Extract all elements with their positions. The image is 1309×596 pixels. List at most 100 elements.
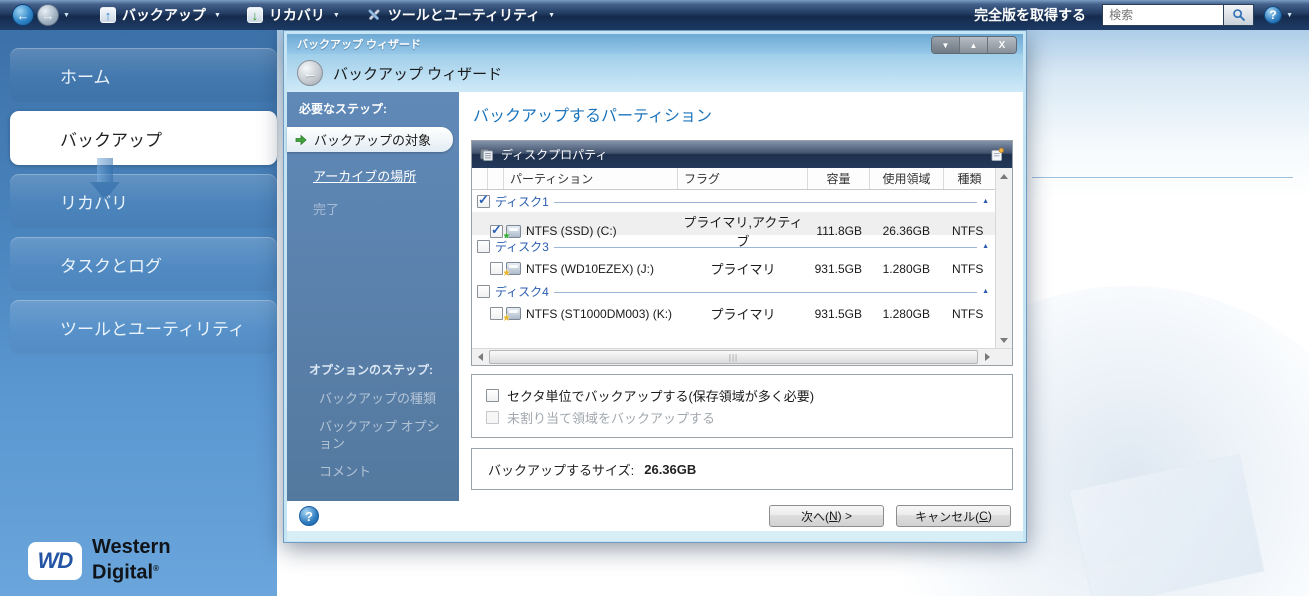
sidebar-item-tasks-and-logs[interactable]: タスクとログ: [10, 237, 277, 291]
dialog-footer: ? 次へ(N) > キャンセル(C): [287, 501, 1023, 531]
get-full-version-link[interactable]: 完全版を取得する: [974, 5, 1086, 25]
table-row-partition-j[interactable]: ★ NTFS (WD10EZEX) (J:) プライマリ 931.5GB 1.2…: [472, 257, 995, 280]
search-button[interactable]: [1224, 4, 1255, 26]
scroll-down-arrow[interactable]: [996, 332, 1012, 348]
background-divider-line: [1032, 177, 1293, 178]
help-button[interactable]: ?: [1264, 6, 1283, 24]
table-row-disk1-group[interactable]: ✓ ディスク1 ▲: [472, 190, 995, 212]
minimize-button[interactable]: ▼: [932, 37, 960, 53]
sidebar-item-label: リカバリ: [60, 193, 128, 213]
header-spacer: [488, 168, 504, 189]
backup-size-label: バックアップするサイズ:: [488, 462, 635, 478]
column-header-partition[interactable]: パーティション: [504, 168, 678, 189]
cancel-button[interactable]: キャンセル(C): [896, 505, 1011, 527]
sidebar-item-backup[interactable]: バックアップ: [10, 111, 277, 165]
menu-recovery[interactable]: ↓ リカバリ ▼: [246, 5, 340, 25]
header-spacer: [472, 168, 488, 189]
step-backup-type: バックアップの種類: [319, 391, 437, 407]
horizontal-scrollbar[interactable]: |||: [472, 348, 1012, 365]
forward-arrow-icon: →: [41, 7, 55, 23]
required-steps-header: 必要なステップ:: [299, 102, 387, 116]
column-header-flags[interactable]: フラグ: [678, 168, 808, 189]
back-arrow-icon: ←: [16, 7, 30, 23]
tools-icon: [366, 7, 382, 23]
dialog-titlebar[interactable]: バックアップ ウィザード ▼ ▲ X: [287, 34, 1023, 54]
nav-history-dropdown[interactable]: ▼: [63, 12, 70, 19]
partition-table: ディスクプロパティ パーティション フラグ 容量 使用領域 種類 ✓ ディスク1…: [471, 140, 1013, 366]
sidebar-item-recovery[interactable]: リカバリ: [10, 158, 277, 228]
dialog-titlebar-text: バックアップ ウィザード: [297, 39, 422, 51]
scroll-left-arrow[interactable]: [472, 349, 488, 365]
disk1-checkbox[interactable]: ✓: [477, 192, 490, 208]
western-digital-logo: WD Western Digital®: [28, 537, 171, 584]
sector-backup-checkbox[interactable]: [486, 388, 499, 402]
column-settings-icon[interactable]: [990, 147, 1005, 162]
step-archive-location[interactable]: アーカイブの場所: [313, 166, 459, 185]
disk3-checkbox[interactable]: [477, 239, 490, 253]
next-button[interactable]: 次へ(N) >: [769, 505, 884, 527]
partition-name: NTFS (SSD) (C:): [526, 224, 617, 238]
close-icon: X: [998, 39, 1006, 51]
horizontal-scroll-thumb[interactable]: |||: [489, 350, 978, 364]
maximize-icon: ▲: [969, 40, 978, 50]
partition-used: 1.280GB: [882, 261, 930, 276]
step-backup-options: バックアップ オプション: [319, 419, 440, 452]
wd-logo-text: Western Digital®: [92, 536, 171, 584]
table-row-disk4-group[interactable]: ディスク4 ▲: [472, 280, 995, 302]
grip-icon: |||: [728, 352, 739, 362]
wizard-help-button[interactable]: ?: [299, 506, 319, 526]
search-icon: [1232, 9, 1245, 21]
backup-size-box: バックアップするサイズ: 26.36GB: [471, 448, 1013, 490]
partition-j-checkbox[interactable]: [490, 262, 503, 275]
search-input[interactable]: [1102, 4, 1225, 26]
sector-backup-option[interactable]: セクタ単位でバックアップする(保存領域が多く必要): [484, 384, 1000, 406]
menu-backup-label: バックアップ: [121, 7, 206, 23]
disk4-checkbox[interactable]: [477, 284, 490, 298]
menu-recovery-label: リカバリ: [268, 7, 325, 23]
maximize-button[interactable]: ▲: [960, 37, 988, 53]
table-toolbar: ディスクプロパティ: [472, 141, 1012, 168]
sidebar-item-tools-and-utilities[interactable]: ツールとユーティリティ: [10, 300, 277, 354]
minimize-icon: ▼: [941, 40, 950, 50]
sidebar-item-home[interactable]: ホーム: [10, 48, 277, 102]
partition-name: NTFS (WD10EZEX) (J:): [526, 261, 654, 276]
column-header-type[interactable]: 種類: [944, 168, 995, 189]
backup-wizard-dialog: バックアップ ウィザード ▼ ▲ X ← バックアップ ウィザード 必要なステッ…: [283, 30, 1027, 543]
sidebar-item-label: ツールとユーティリティ: [60, 319, 245, 339]
question-icon: ?: [305, 508, 313, 524]
column-header-capacity[interactable]: 容量: [808, 168, 870, 189]
collapse-chevron-icon[interactable]: ▲: [982, 243, 989, 250]
table-row-partition-k[interactable]: ★ NTFS (ST1000DM003) (K:) プライマリ 931.5GB …: [472, 302, 995, 325]
chevron-down-icon: ▼: [548, 11, 556, 19]
dialog-title: バックアップ ウィザード: [333, 65, 503, 83]
back-arrow-icon: ←: [303, 65, 317, 81]
close-button[interactable]: X: [988, 37, 1016, 53]
sidebar: ホーム バックアップ リカバリ タスクとログ ツールとユーティリティ WD We…: [0, 30, 277, 596]
table-row-partition-c[interactable]: ✓ ★ NTFS (SSD) (C:) プライマリ,アクティブ 111.8GB …: [472, 212, 995, 249]
disk-group-label: ディスク1: [495, 194, 549, 209]
column-header-used[interactable]: 使用領域: [870, 168, 944, 189]
optional-steps-header: オプションのステップ:: [309, 363, 433, 378]
collapse-chevron-icon[interactable]: ▲: [982, 288, 989, 295]
menu-tools[interactable]: ツールとユーティリティ ▼: [366, 5, 555, 25]
unallocated-backup-option: 未割り当て領域をバックアップする: [484, 406, 1000, 428]
scroll-right-arrow[interactable]: [979, 349, 995, 365]
disk-group-label: ディスク4: [495, 284, 549, 299]
scroll-up-arrow[interactable]: [996, 168, 1012, 184]
menu-backup[interactable]: ↑ バックアップ ▼: [99, 5, 221, 25]
menu-tools-label: ツールとユーティリティ: [387, 7, 541, 23]
vertical-scrollbar[interactable]: [995, 168, 1012, 348]
partition-c-checkbox[interactable]: ✓: [490, 222, 503, 238]
collapse-chevron-icon[interactable]: ▲: [982, 198, 989, 205]
partition-flags: プライマリ: [710, 307, 776, 322]
partition-icon: ★: [504, 262, 521, 276]
step-backup-target[interactable]: バックアップの対象: [287, 127, 453, 152]
step-label: バックアップの対象: [314, 133, 432, 148]
help-dropdown-caret[interactable]: ▼: [1286, 12, 1293, 19]
dialog-bottom-strip: [287, 531, 1023, 541]
partition-k-checkbox[interactable]: [490, 307, 503, 320]
wizard-back-button[interactable]: ←: [297, 60, 323, 86]
nav-back-button[interactable]: ←: [12, 4, 34, 26]
partition-type: NTFS: [952, 224, 984, 238]
nav-forward-button[interactable]: →: [37, 4, 59, 26]
